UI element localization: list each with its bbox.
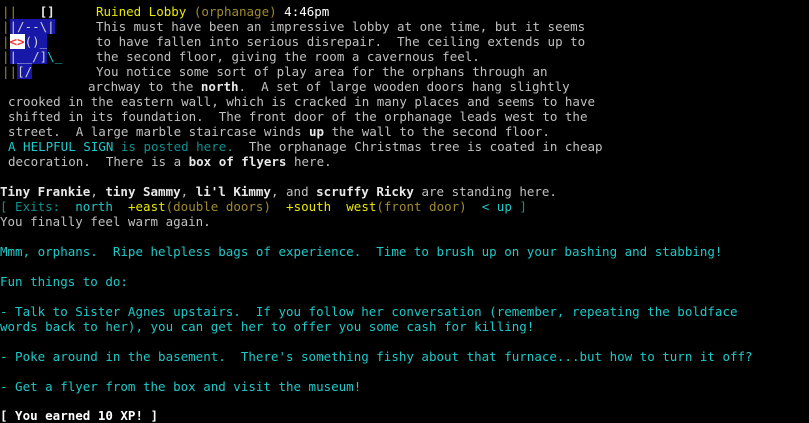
minimap-row: |<>()_ bbox=[2, 34, 48, 49]
room-description-line: shifted in its foundation. The front doo… bbox=[8, 109, 587, 124]
desc-text: to have fallen into serious disrepair. T… bbox=[96, 34, 586, 49]
room-header: Ruined Lobby (orphanage) 4:46pm bbox=[96, 4, 329, 19]
minimap-row: ||[/ bbox=[2, 64, 33, 79]
fun-things-header: Fun things to do: bbox=[0, 274, 128, 289]
game-time: 4:46pm bbox=[284, 4, 330, 19]
room-occupants: Tiny Frankie, tiny Sammy, li'l Kimmy, an… bbox=[0, 184, 557, 199]
minimap-bar: | bbox=[2, 49, 10, 64]
occupant-separator: , bbox=[90, 184, 106, 199]
player-marker-icon: <> bbox=[9, 34, 25, 49]
minimap-bar: || bbox=[2, 64, 18, 79]
tip-flyer-museum: - Get a flyer from the box and visit the… bbox=[0, 379, 362, 394]
room-description-line: street. A large marble staircase winds u… bbox=[8, 124, 550, 139]
minimap-row: ||/--\| bbox=[2, 19, 55, 34]
desc-text: decoration. There is a bbox=[8, 154, 189, 169]
tip-sister-agnes: - Talk to Sister Agnes upstairs. If you … bbox=[0, 304, 738, 319]
room-description-line: to have fallen into serious disrepair. T… bbox=[96, 34, 585, 49]
room-name: Ruined Lobby bbox=[96, 4, 187, 19]
exit-east[interactable]: east bbox=[136, 199, 166, 214]
exit-east-door-marker: + bbox=[127, 199, 136, 214]
room-description-line: the second floor, giving the room a cave… bbox=[96, 49, 480, 64]
status-message: You finally feel warm again. bbox=[0, 214, 211, 229]
minimap-room: [] bbox=[17, 4, 55, 19]
exit-east-note: (double doors) bbox=[165, 199, 271, 214]
minimap-room: |__/] bbox=[9, 49, 48, 64]
npc-lil-kimmy[interactable]: li'l Kimmy bbox=[196, 184, 271, 199]
exit-north[interactable]: north bbox=[75, 199, 113, 214]
minimap-room: \_ bbox=[47, 49, 63, 64]
desc-text: archway to the bbox=[88, 79, 201, 94]
tip-basement: - Poke around in the basement. There's s… bbox=[0, 349, 753, 364]
room-minimap: || [] ||/--\| |<>()_ ||__/]\_ ||[/ bbox=[2, 4, 82, 79]
npc-tiny-sammy[interactable]: tiny Sammy bbox=[105, 184, 180, 199]
desc-text: crooked in the eastern wall, which is cr… bbox=[8, 94, 595, 109]
room-description-line: This must have been an impressive lobby … bbox=[96, 19, 585, 34]
npc-tiny-frankie[interactable]: Tiny Frankie bbox=[0, 184, 90, 199]
exits-label: [ Exits: bbox=[0, 199, 61, 214]
intro-message: Mmm, orphans. Ripe helpless bags of expe… bbox=[0, 244, 723, 259]
exit-up[interactable]: < up bbox=[482, 199, 512, 214]
desc-text: the wall to the second floor. bbox=[324, 124, 550, 139]
desc-text: The orphanage Christmas tree is coated i… bbox=[233, 139, 603, 154]
desc-text: shifted in its foundation. The front doo… bbox=[8, 109, 588, 124]
game-terminal: || [] ||/--\| |<>()_ ||__/]\_ ||[/ Ruine… bbox=[0, 0, 809, 423]
minimap-row: ||__/]\_ bbox=[2, 49, 62, 64]
desc-text: is posted here. bbox=[113, 139, 234, 154]
occupant-separator: , bbox=[180, 184, 196, 199]
minimap-room: [/ bbox=[17, 64, 33, 79]
exit-south[interactable]: +south bbox=[286, 199, 331, 214]
room-exits: [ Exits: north +east(double doors) +sout… bbox=[0, 199, 527, 214]
room-description-line: You notice some sort of play area for th… bbox=[96, 64, 548, 79]
keyword-up[interactable]: up bbox=[309, 124, 324, 139]
occupant-separator: , and bbox=[270, 184, 317, 199]
exits-close: ] bbox=[519, 199, 527, 214]
minimap-room: ()_ bbox=[24, 34, 48, 49]
desc-text: here. bbox=[286, 154, 332, 169]
exit-west-note: (front door) bbox=[376, 199, 467, 214]
xp-earned-message: [ You earned 10 XP! ] bbox=[0, 408, 159, 423]
box-of-flyers-object[interactable]: box of flyers bbox=[189, 154, 287, 169]
desc-text: . A set of large wooden doors hang sligh… bbox=[238, 79, 570, 94]
npc-scruffy-ricky[interactable]: scruffy Ricky bbox=[316, 184, 414, 199]
minimap-bar: | bbox=[2, 34, 10, 49]
helpful-sign-object[interactable]: A HELPFUL SIGN bbox=[8, 139, 113, 154]
desc-text: street. A large marble staircase winds bbox=[8, 124, 310, 139]
room-description-line: archway to the north. A set of large woo… bbox=[88, 79, 570, 94]
minimap-bar: | bbox=[2, 19, 10, 34]
keyword-north[interactable]: north bbox=[201, 79, 239, 94]
tip-sister-agnes-cont: words back to her), you can get her to o… bbox=[0, 319, 535, 334]
room-area: (orphanage) bbox=[193, 4, 277, 19]
minimap-room: |/--\| bbox=[9, 19, 55, 34]
minimap-bar: || bbox=[2, 4, 18, 19]
room-description-line: crooked in the eastern wall, which is cr… bbox=[8, 94, 595, 109]
occupant-suffix: are standing here. bbox=[413, 184, 557, 199]
room-description-line: A HELPFUL SIGN is posted here. The orpha… bbox=[8, 139, 603, 154]
minimap-row: || [] bbox=[2, 4, 55, 19]
desc-text: You notice some sort of play area for th… bbox=[96, 64, 548, 79]
exit-west[interactable]: west bbox=[346, 199, 376, 214]
room-description-line: decoration. There is a box of flyers her… bbox=[8, 154, 332, 169]
desc-text: This must have been an impressive lobby … bbox=[96, 19, 586, 34]
desc-text: the second floor, giving the room a cave… bbox=[96, 49, 480, 64]
